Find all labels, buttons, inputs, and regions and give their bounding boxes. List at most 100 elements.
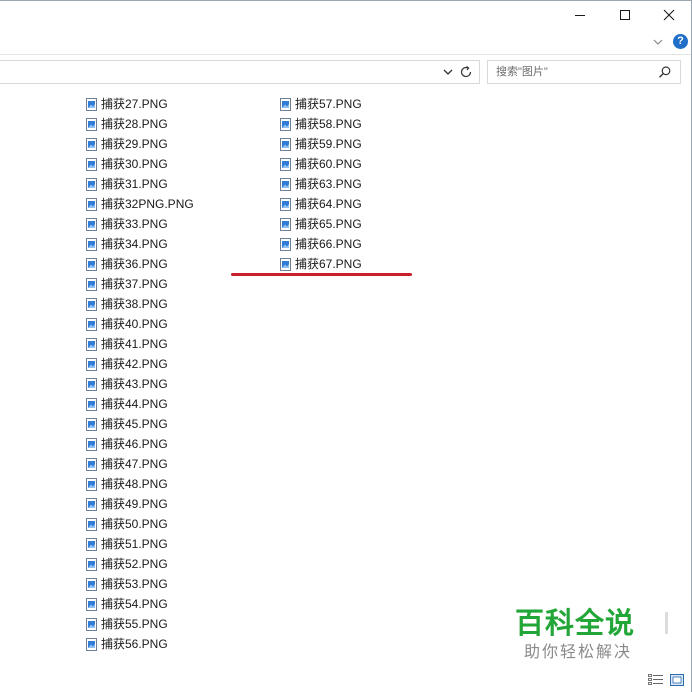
png-image-file-icon <box>86 297 97 311</box>
png-image-file-icon <box>86 337 97 351</box>
png-image-file-icon <box>86 117 97 131</box>
file-list-item[interactable]: 捕获48.PNG <box>86 474 194 494</box>
file-list-item[interactable]: 捕获38.PNG <box>86 294 194 314</box>
file-list-item[interactable]: 捕获29.PNG <box>86 134 194 154</box>
png-image-file-icon <box>86 457 97 471</box>
close-button[interactable] <box>647 2 691 28</box>
file-name: 捕获30.PNG <box>101 157 168 171</box>
file-name: 捕获55.PNG <box>101 617 168 631</box>
file-list-item[interactable]: 捕获41.PNG <box>86 334 194 354</box>
file-name: 捕获31.PNG <box>101 177 168 191</box>
png-image-file-icon <box>86 137 97 151</box>
file-name: 捕获36.PNG <box>101 257 168 271</box>
file-name: 捕获46.PNG <box>101 437 168 451</box>
window-top-border <box>0 0 692 1</box>
file-list-item[interactable]: 捕获40.PNG <box>86 314 194 334</box>
file-list-item[interactable]: 捕获27.PNG <box>86 94 194 114</box>
png-image-file-icon <box>86 477 97 491</box>
file-list-item[interactable]: 捕获56.PNG <box>86 634 194 654</box>
file-list-item[interactable]: 捕获33.PNG <box>86 214 194 234</box>
file-list-item[interactable]: 捕获58.PNG <box>280 114 362 134</box>
file-name: 捕获53.PNG <box>101 577 168 591</box>
file-name: 捕获29.PNG <box>101 137 168 151</box>
file-name: 捕获67.PNG <box>295 257 362 271</box>
file-name: 捕获64.PNG <box>295 197 362 211</box>
png-image-file-icon <box>86 357 97 371</box>
search-box[interactable] <box>487 60 681 84</box>
file-list-item[interactable]: 捕获63.PNG <box>280 174 362 194</box>
png-image-file-icon <box>86 197 97 211</box>
file-list-item[interactable]: 捕获64.PNG <box>280 194 362 214</box>
details-view-icon[interactable] <box>648 674 664 686</box>
file-list-item[interactable]: 捕获57.PNG <box>280 94 362 114</box>
file-name: 捕获57.PNG <box>295 97 362 111</box>
file-name: 捕获37.PNG <box>101 277 168 291</box>
file-list-item[interactable]: 捕获32PNG.PNG <box>86 194 194 214</box>
file-list-item[interactable]: 捕获52.PNG <box>86 554 194 574</box>
file-name: 捕获40.PNG <box>101 317 168 331</box>
file-list-item[interactable]: 捕获65.PNG <box>280 214 362 234</box>
png-image-file-icon <box>86 577 97 591</box>
png-image-file-icon <box>280 97 291 111</box>
chevron-down-icon[interactable] <box>441 65 455 79</box>
file-name: 捕获34.PNG <box>101 237 168 251</box>
file-list-item[interactable]: 捕获44.PNG <box>86 394 194 414</box>
address-bar[interactable] <box>0 60 480 84</box>
minimize-icon <box>575 15 585 16</box>
maximize-button[interactable] <box>603 2 647 28</box>
png-image-file-icon <box>86 97 97 111</box>
png-image-file-icon <box>86 417 97 431</box>
file-list-item[interactable]: 捕获67.PNG <box>280 254 362 274</box>
file-name: 捕获56.PNG <box>101 637 168 651</box>
minimize-button[interactable] <box>558 2 602 28</box>
file-name: 捕获43.PNG <box>101 377 168 391</box>
file-name: 捕获50.PNG <box>101 517 168 531</box>
file-list-item[interactable]: 捕获46.PNG <box>86 434 194 454</box>
png-image-file-icon <box>86 437 97 451</box>
refresh-icon[interactable] <box>458 64 474 80</box>
file-list-item[interactable]: 捕获43.PNG <box>86 374 194 394</box>
search-input[interactable] <box>496 61 651 83</box>
file-list-item[interactable]: 捕获55.PNG <box>86 614 194 634</box>
file-list-item[interactable]: 捕获30.PNG <box>86 154 194 174</box>
file-name: 捕获28.PNG <box>101 117 168 131</box>
file-list-item[interactable]: 捕获50.PNG <box>86 514 194 534</box>
file-list-item[interactable]: 捕获59.PNG <box>280 134 362 154</box>
file-list-item[interactable]: 捕获53.PNG <box>86 574 194 594</box>
watermark-divider <box>665 612 668 634</box>
file-list-item[interactable]: 捕获49.PNG <box>86 494 194 514</box>
file-name: 捕获48.PNG <box>101 477 168 491</box>
file-list-item[interactable]: 捕获37.PNG <box>86 274 194 294</box>
file-list-item[interactable]: 捕获47.PNG <box>86 454 194 474</box>
png-image-file-icon <box>86 217 97 231</box>
file-list-item[interactable]: 捕获34.PNG <box>86 234 194 254</box>
file-name: 捕获33.PNG <box>101 217 168 231</box>
png-image-file-icon <box>86 257 97 271</box>
png-image-file-icon <box>86 277 97 291</box>
file-list-item[interactable]: 捕获31.PNG <box>86 174 194 194</box>
png-image-file-icon <box>86 637 97 651</box>
help-icon[interactable]: ? <box>673 34 688 49</box>
file-list-item[interactable]: 捕获66.PNG <box>280 234 362 254</box>
file-list-item[interactable]: 捕获54.PNG <box>86 594 194 614</box>
file-list-item[interactable]: 捕获42.PNG <box>86 354 194 374</box>
chevron-down-icon[interactable] <box>651 35 665 49</box>
file-name: 捕获49.PNG <box>101 497 168 511</box>
file-list-item[interactable]: 捕获45.PNG <box>86 414 194 434</box>
watermark-subtitle: 助你轻松解决 <box>524 642 633 661</box>
file-name: 捕获27.PNG <box>101 97 168 111</box>
png-image-file-icon <box>280 117 291 131</box>
file-list-item[interactable]: 捕获60.PNG <box>280 154 362 174</box>
file-list-item[interactable]: 捕获51.PNG <box>86 534 194 554</box>
large-icons-view-icon[interactable] <box>670 674 684 686</box>
png-image-file-icon <box>280 197 291 211</box>
search-icon[interactable] <box>658 65 672 79</box>
file-list-item[interactable]: 捕获36.PNG <box>86 254 194 274</box>
png-image-file-icon <box>86 497 97 511</box>
file-name: 捕获66.PNG <box>295 237 362 251</box>
file-name: 捕获59.PNG <box>295 137 362 151</box>
png-image-file-icon <box>280 217 291 231</box>
png-image-file-icon <box>280 237 291 251</box>
file-name: 捕获44.PNG <box>101 397 168 411</box>
file-list-item[interactable]: 捕获28.PNG <box>86 114 194 134</box>
